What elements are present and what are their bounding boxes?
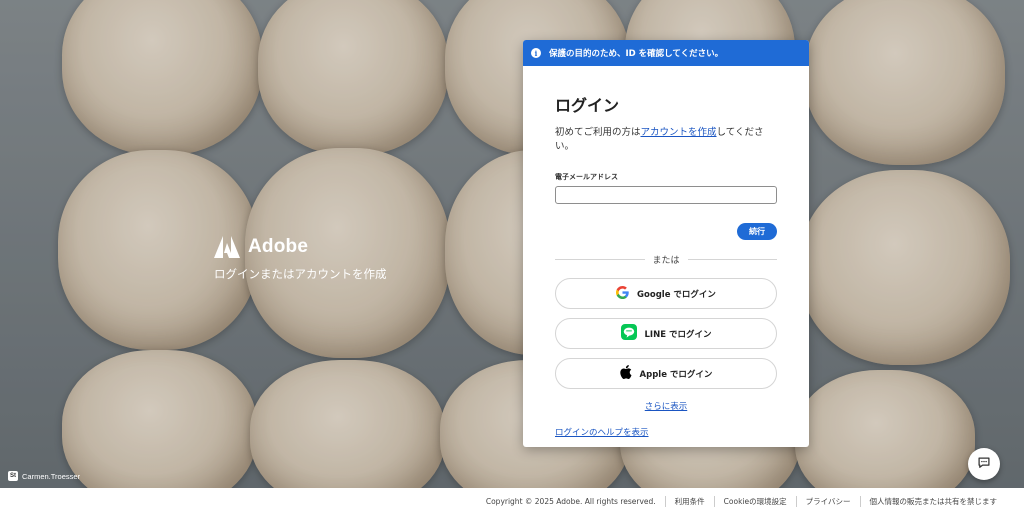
info-icon: i (531, 48, 541, 58)
apple-icon (619, 365, 632, 382)
brand-tagline: ログインまたはアカウントを作成 (214, 267, 387, 281)
footer: Copyright © 2025 Adobe. All rights reser… (0, 488, 1024, 514)
google-login-label: Google でログイン (637, 289, 716, 300)
subtitle-prefix: 初めてご利用の方は (555, 127, 641, 138)
or-divider: または (555, 253, 778, 266)
chat-button[interactable] (968, 448, 1000, 480)
google-login-button[interactable]: Google でログイン (555, 278, 777, 309)
continue-button[interactable]: 続行 (737, 223, 777, 240)
apple-login-label: Apple でログイン (639, 369, 713, 380)
google-icon (616, 285, 629, 302)
photo-credit: St Carmen.Troesser (8, 471, 80, 481)
line-icon (620, 324, 637, 343)
show-more-link[interactable]: さらに表示 (555, 400, 777, 412)
line-login-label: LINE でログイン (644, 329, 712, 340)
or-label: または (652, 256, 680, 266)
line-login-button[interactable]: LINE でログイン (555, 318, 777, 349)
security-banner: i 保護の目的のため、ID を確認してください。 (523, 40, 809, 66)
brand-name: Adobe (248, 236, 309, 257)
email-label: 電子メールアドレス (555, 173, 618, 181)
photo-credit-name: Carmen.Troesser (22, 471, 81, 481)
privacy-link[interactable]: プライバシー (795, 495, 860, 507)
copyright-text: Copyright © 2025 Adobe. All rights reser… (485, 496, 656, 506)
do-not-sell-link[interactable]: 個人情報の販売または共有を禁じます (859, 495, 1007, 507)
apple-login-button[interactable]: Apple でログイン (555, 358, 777, 389)
email-field[interactable] (555, 186, 777, 204)
page-title: ログイン (555, 96, 620, 115)
stock-badge-icon: St (8, 471, 18, 481)
login-card: i 保護の目的のため、ID を確認してください。 ログイン 初めてご利用の方はア… (523, 40, 809, 447)
cookie-preferences-link[interactable]: Cookieの環境設定 (713, 495, 796, 507)
login-help-link[interactable]: ログインのヘルプを表示 (555, 426, 777, 438)
banner-text: 保護の目的のため、ID を確認してください。 (549, 49, 724, 59)
create-account-link[interactable]: アカウントを作成 (641, 127, 717, 138)
background-photo (0, 0, 1024, 488)
terms-link[interactable]: 利用条件 (664, 495, 714, 507)
chat-icon (977, 455, 991, 474)
adobe-logo-icon (214, 236, 240, 258)
brand-block: Adobe ログインまたはアカウントを作成 (214, 236, 387, 282)
login-subtitle: 初めてご利用の方はアカウントを作成してください。 (555, 124, 777, 152)
